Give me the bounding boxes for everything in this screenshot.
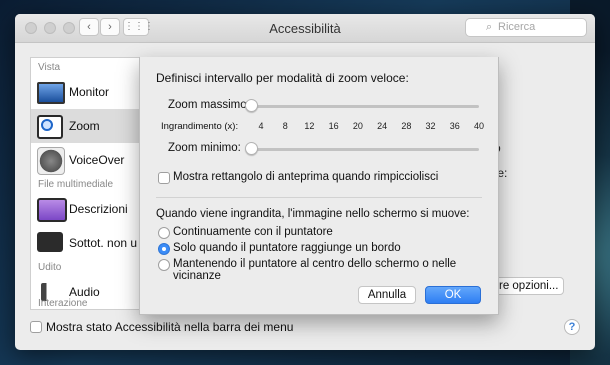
scale-tick-label: 36	[449, 121, 460, 131]
sidebar-section-interazione: Interazione	[38, 298, 88, 309]
descriptions-icon	[37, 198, 67, 222]
voiceover-icon	[37, 147, 65, 175]
sidebar-section-media: File multimediale	[38, 179, 114, 190]
zoom-min-slider-thumb[interactable]	[245, 142, 258, 155]
scale-tick-label: 28	[401, 121, 412, 131]
movement-question: Quando viene ingrandita, l'immagine nell…	[156, 208, 470, 220]
zoom-min-label: Zoom minimo:	[168, 142, 241, 154]
radio-only-edge[interactable]	[158, 243, 170, 255]
scale-tick-label: 32	[425, 121, 436, 131]
preferences-window: ‹ › ⋮⋮⋮ Accessibilità ⌕ Ricerca Vista Mo…	[15, 14, 595, 350]
sidebar-item-label: Zoom	[69, 119, 100, 133]
captions-icon	[37, 232, 63, 252]
monitor-icon	[37, 82, 65, 104]
zoom-max-slider-thumb[interactable]	[245, 99, 258, 112]
scale-tick-label: 40	[473, 121, 484, 131]
sheet-title: Definisci intervallo per modalità di zoo…	[156, 71, 409, 85]
scale-tick-label: 20	[352, 121, 363, 131]
title-bar: ‹ › ⋮⋮⋮ Accessibilità ⌕ Ricerca	[15, 14, 595, 43]
zoom-max-slider[interactable]	[246, 105, 479, 108]
cancel-button[interactable]: Annulla	[358, 286, 416, 304]
radio-centered[interactable]	[158, 259, 170, 271]
sidebar-item-label: VoiceOver	[69, 153, 125, 167]
zoom-options-sheet: Definisci intervallo per modalità di zoo…	[139, 57, 499, 315]
help-button[interactable]: ?	[564, 319, 580, 335]
zoom-min-slider[interactable]	[246, 148, 479, 151]
scale-tick-label: 16	[328, 121, 339, 131]
radio-continuously-label: Continuamente con il puntatore	[173, 226, 333, 238]
divider	[156, 197, 482, 198]
sidebar-item-label: Audio	[69, 285, 100, 299]
sidebar-item-label: Monitor	[69, 85, 110, 99]
scale-label: Ingrandimento (x):	[161, 121, 239, 132]
preview-rectangle-checkbox[interactable]	[158, 172, 170, 184]
radio-centered-label: Mantenendo il puntatore al centro dello …	[173, 258, 457, 282]
preview-rectangle-label: Mostra rettangolo di anteprima quando ri…	[173, 171, 439, 183]
radio-only-edge-label: Solo quando il puntatore raggiunge un bo…	[173, 242, 401, 254]
scale-tick-label: 8	[282, 121, 288, 131]
sidebar-section-vista: Vista	[38, 62, 61, 73]
search-icon: ⌕	[486, 21, 493, 33]
scale-tick-label: 24	[377, 121, 388, 131]
ok-button[interactable]: OK	[425, 286, 481, 304]
sidebar-section-udito: Udito	[38, 262, 62, 273]
scale-tick-label: 12	[304, 121, 315, 131]
zoom-magnifier-icon	[37, 115, 63, 139]
radio-continuously[interactable]	[158, 227, 170, 239]
search-placeholder: Ricerca	[498, 21, 536, 33]
search-input[interactable]: ⌕ Ricerca	[465, 18, 587, 37]
show-status-menubar-label: Mostra stato Accessibilità nella barra d…	[46, 320, 294, 334]
sidebar-item-label: Descrizioni	[69, 202, 128, 216]
zoom-max-label: Zoom massimo:	[168, 99, 250, 111]
scale-tick-label: 4	[258, 121, 264, 131]
show-status-menubar-checkbox[interactable]	[30, 321, 42, 333]
sidebar-item-label: Sottot. non u	[69, 236, 138, 250]
